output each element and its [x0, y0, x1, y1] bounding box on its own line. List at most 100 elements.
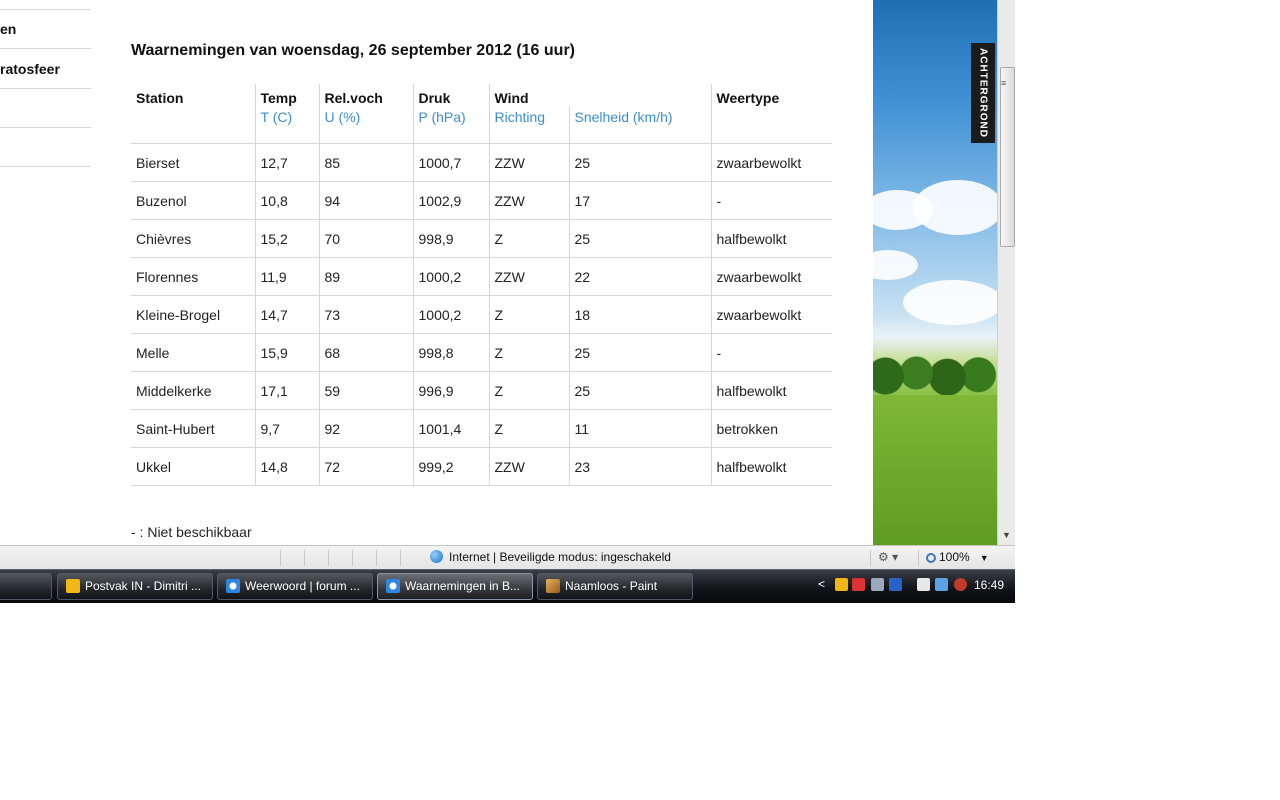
nav-divider [0, 127, 91, 128]
subheader-wind-speed: Snelheid (km/h) [568, 106, 711, 144]
cell-speed: 25 [568, 333, 711, 372]
cell-station: Middelkerke [131, 371, 255, 410]
internet-explorer-icon [386, 579, 400, 593]
observations-table-body: Bierset 12,7 85 1000,7 ZZW 25 zwaarbewolkt Buze… [131, 143, 832, 486]
cell-pressure: 1000,2 [412, 295, 489, 334]
table-row: Buzenol 10,8 94 1002,9 ZZW 17- [131, 181, 832, 220]
cell-weather: halfbewolkt [710, 371, 832, 410]
cell-speed: 17 [568, 181, 711, 220]
nav-divider [0, 48, 91, 49]
status-divider [918, 550, 919, 566]
status-divider [870, 550, 871, 566]
cell-pressure: 996,9 [412, 371, 489, 410]
status-divider [376, 550, 377, 566]
cell-station: Saint-Hubert [131, 409, 255, 448]
scrollbar-thumb[interactable] [1000, 67, 1015, 247]
subheader-pressure-unit: P (hPa) [412, 106, 489, 144]
taskbar-button-label: Weerwoord | forum ... [245, 579, 360, 593]
cell-speed: 25 [568, 219, 711, 258]
cell-pressure: 1000,7 [412, 143, 489, 182]
cell-humidity: 85 [318, 143, 413, 182]
power-tray-icon[interactable] [917, 578, 930, 591]
cell-temp: 15,2 [254, 219, 319, 258]
background-tab[interactable]: ACHTERGROND [971, 43, 995, 143]
browser-status-bar: Internet | Beveiligde modus: ingeschakel… [0, 545, 1015, 570]
nav-item-partial-2[interactable]: ratosfeer [0, 61, 60, 77]
header-temp: Temp [254, 84, 319, 106]
security-zone[interactable]: Internet | Beveiligde modus: ingeschakel… [430, 550, 671, 564]
table-row: Ukkel 14,8 72 999,2 ZZW 23 halfbewolkt [131, 447, 832, 486]
taskbar-clock[interactable]: 16:49 [974, 578, 1004, 592]
cell-humidity: 59 [318, 371, 413, 410]
taskbar-button-label: Postvak IN - Dimitri ... [85, 579, 202, 593]
security-zone-label: Internet | Beveiligde modus: ingeschakel… [449, 550, 671, 564]
page-title: Waarnemingen van woensdag, 26 september … [131, 42, 575, 59]
taskbar-button-outlook[interactable]: Postvak IN - Dimitri ... [57, 573, 213, 600]
outlook-tray-icon[interactable] [835, 578, 848, 591]
taskbar-start-region[interactable] [0, 573, 52, 600]
nav-divider [0, 88, 91, 89]
nav-divider [0, 9, 91, 10]
taskbar-button-forum[interactable]: Weerwoord | forum ... [217, 573, 373, 600]
cell-temp: 14,8 [254, 447, 319, 486]
observations-table: Station Temp Rel.voch Druk Wind Weertype… [131, 84, 832, 486]
cell-humidity: 94 [318, 181, 413, 220]
device-tray-icon[interactable] [871, 578, 884, 591]
status-divider [280, 550, 281, 566]
network-tray-icon[interactable] [935, 578, 948, 591]
table-row: Florennes 11,9 89 1000,2 ZZW 22 zwaarbewolkt [131, 257, 832, 296]
taskbar-button-paint[interactable]: Naamloos - Paint [537, 573, 693, 600]
trees-shape [873, 340, 997, 400]
windows-taskbar: Postvak IN - Dimitri ... Weerwoord | for… [0, 569, 1015, 603]
cell-direction: Z [488, 219, 569, 258]
header-wind: Wind [488, 84, 711, 106]
scrollbar-grip-icon: ≡ [1001, 78, 1007, 88]
cell-weather: zwaarbewolkt [710, 295, 832, 334]
header-humidity: Rel.voch [318, 84, 413, 106]
cloud-shape [903, 280, 997, 325]
cell-station: Florennes [131, 257, 255, 296]
status-divider [400, 550, 401, 566]
cell-station: Kleine-Brogel [131, 295, 255, 334]
cell-direction: Z [488, 333, 569, 372]
scroll-down-arrow-icon[interactable]: ▼ [1002, 530, 1011, 540]
subheader-weather [710, 106, 832, 144]
cell-station: Chièvres [131, 219, 255, 258]
cell-weather: halfbewolkt [710, 219, 832, 258]
show-hidden-icons-arrow-icon[interactable]: < [818, 577, 825, 591]
cell-speed: 22 [568, 257, 711, 296]
bluetooth-tray-icon[interactable] [889, 578, 902, 591]
nav-item-partial-1[interactable]: en [0, 21, 16, 37]
cell-pressure: 998,9 [412, 219, 489, 258]
cell-humidity: 72 [318, 447, 413, 486]
subheader-temp-unit: T (C) [254, 106, 319, 144]
nav-divider [0, 166, 91, 167]
table-header-row: Station Temp Rel.voch Druk Wind Weertype [131, 84, 832, 106]
cell-station: Bierset [131, 143, 255, 182]
table-row: Kleine-Brogel 14,7 73 1000,2 Z 18 zwaarbewolkt [131, 295, 832, 334]
cell-speed: 11 [568, 409, 711, 448]
status-divider [328, 550, 329, 566]
cell-temp: 10,8 [254, 181, 319, 220]
desktop-screen: en ratosfeer Waarnemingen van woensdag, … [0, 0, 1015, 603]
cell-direction: ZZW [488, 257, 569, 296]
subheader-wind-direction: Richting [488, 106, 569, 144]
cell-direction: Z [488, 371, 569, 410]
taskbar-button-label: Naamloos - Paint [565, 579, 658, 593]
grass-shape [873, 395, 997, 545]
table-row: Chièvres 15,2 70 998,9 Z 25 halfbewolkt [131, 219, 832, 258]
cell-humidity: 92 [318, 409, 413, 448]
alert-tray-icon[interactable] [852, 578, 865, 591]
cell-speed: 25 [568, 371, 711, 410]
cell-pressure: 1002,9 [412, 181, 489, 220]
zoom-control[interactable]: 100% ▼ [926, 550, 989, 564]
volume-muted-icon[interactable] [954, 578, 967, 591]
cell-station: Buzenol [131, 181, 255, 220]
protected-mode-icon[interactable]: ⚙ ▾ [878, 550, 898, 564]
taskbar-button-waarnemingen[interactable]: Waarnemingen in B... [377, 573, 533, 600]
globe-icon [430, 550, 443, 563]
status-divider [304, 550, 305, 566]
cell-direction: Z [488, 295, 569, 334]
vertical-scrollbar[interactable]: ≡ ▼ [997, 0, 1015, 545]
cell-direction: ZZW [488, 143, 569, 182]
